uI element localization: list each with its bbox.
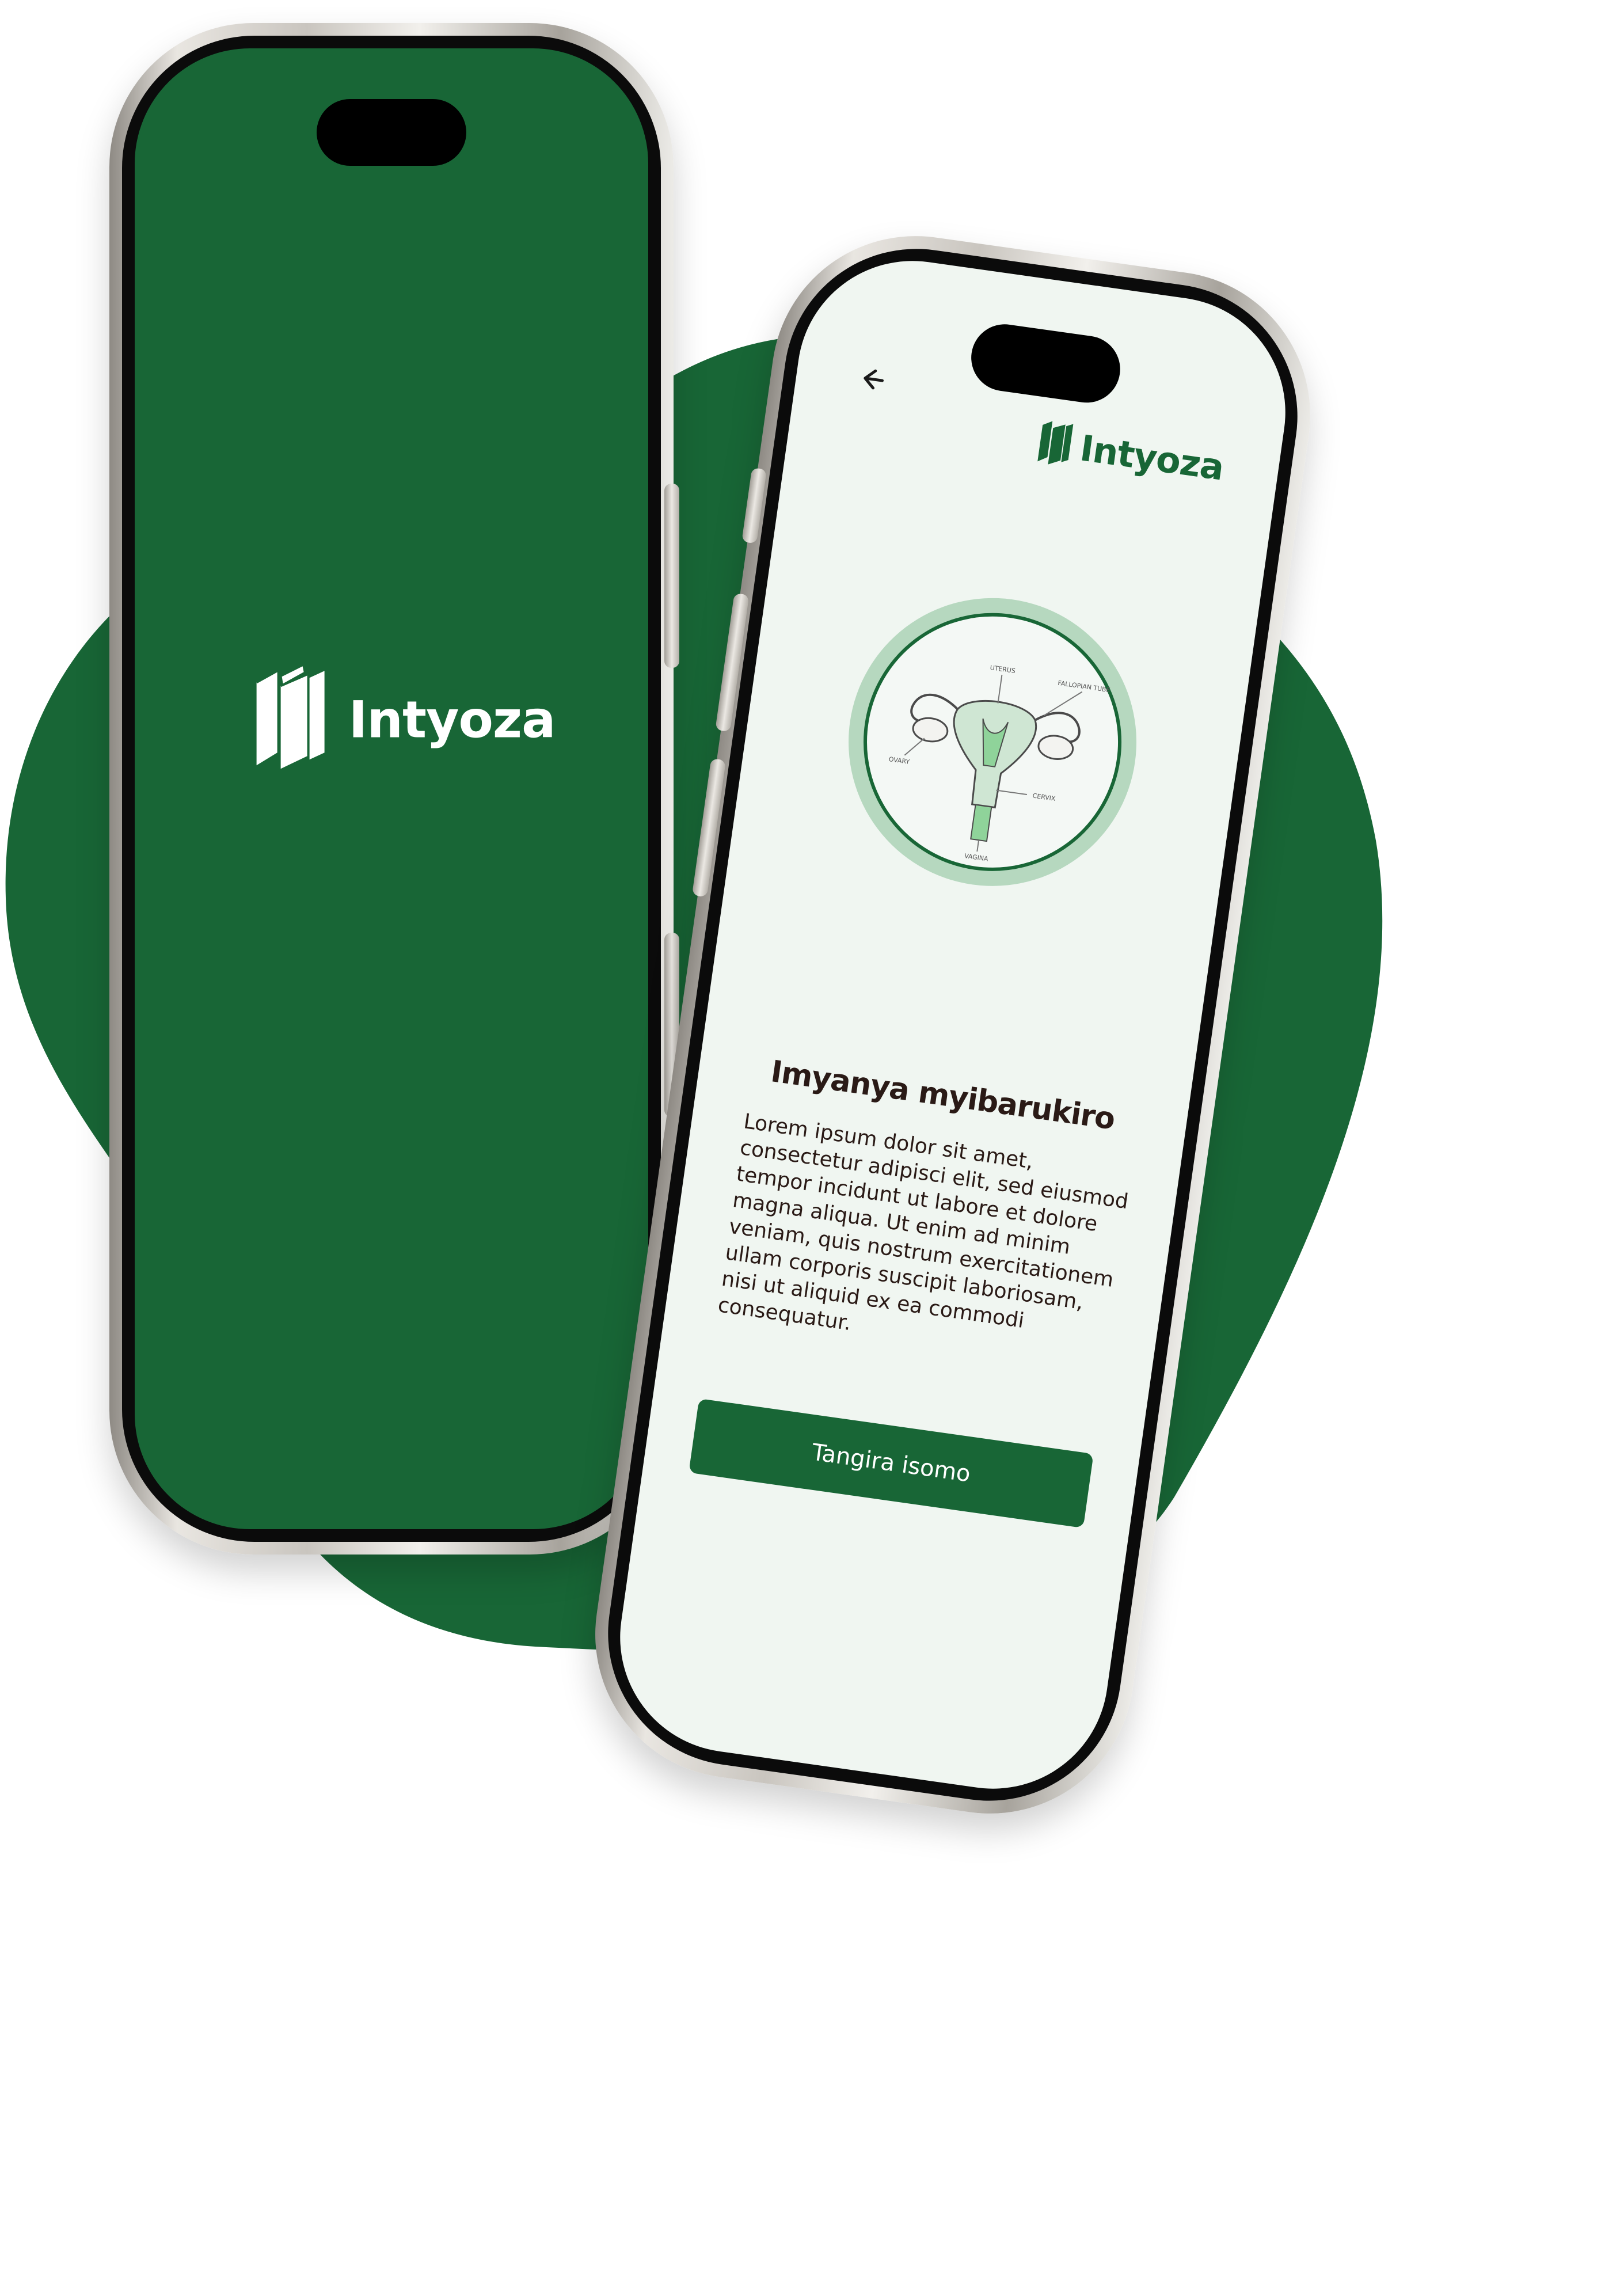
label-cervix: CERVIX [1032,792,1056,803]
volume-up-button [664,484,679,668]
arrow-left-icon[interactable] [855,363,893,396]
books-icon [252,666,327,773]
splash-brand-name: Intyoza [348,690,556,750]
uterus-diagram-icon: UTERUS FALLOPIAN TUBE OVARY CERVIX VAGIN… [888,664,1111,863]
mockup-stage: Intyoza Intyoza UTERUS FALLOPIAN TUBE OV… [0,0,1624,2269]
splash-screen: Intyoza [135,48,648,1529]
splash-logo: Intyoza [252,666,556,773]
label-fallopian-tube: FALLOPIAN TUBE [1058,679,1111,694]
label-ovary: OVARY [888,755,910,766]
start-lesson-button[interactable]: Tangira isomo [689,1398,1094,1529]
label-vagina: VAGINA [964,852,989,863]
books-icon [1034,417,1076,471]
dynamic-island [317,99,466,166]
phone-splash: Intyoza [109,23,679,1555]
lesson-body: Lorem ipsum dolor sit amet, consectetur … [716,1109,1130,1336]
label-uterus: UTERUS [990,664,1016,675]
header-logo: Intyoza [1034,417,1227,492]
header-brand-name: Intyoza [1077,427,1227,489]
anatomy-illustration: UTERUS FALLOPIAN TUBE OVARY CERVIX VAGIN… [830,579,1155,905]
illustration-circle: UTERUS FALLOPIAN TUBE OVARY CERVIX VAGIN… [847,596,1139,888]
